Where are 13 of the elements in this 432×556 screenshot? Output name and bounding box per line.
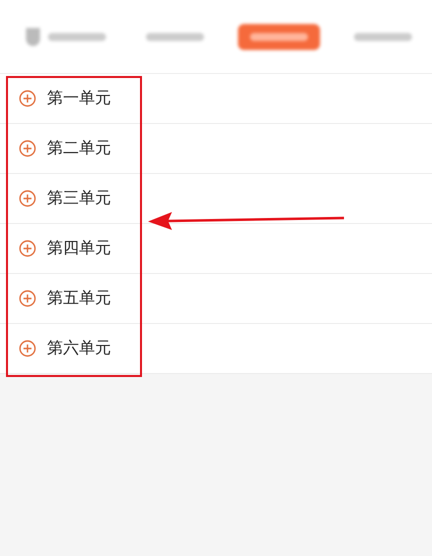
add-circle-icon[interactable] [19,340,36,357]
add-circle-icon[interactable] [19,90,36,107]
unit-title[interactable]: 第一单元 [47,86,111,110]
unit-title[interactable]: 第三单元 [47,186,111,210]
add-circle-icon[interactable] [19,240,36,257]
blurred-tab[interactable] [238,24,320,50]
add-circle-icon[interactable] [19,290,36,307]
add-circle-icon[interactable] [19,140,36,157]
unit-title[interactable]: 第二单元 [47,136,111,160]
unit-title[interactable]: 第四单元 [47,236,111,260]
unit-title[interactable]: 第六单元 [47,336,111,360]
add-circle-icon[interactable] [19,190,36,207]
unit-title[interactable]: 第五单元 [47,286,111,310]
